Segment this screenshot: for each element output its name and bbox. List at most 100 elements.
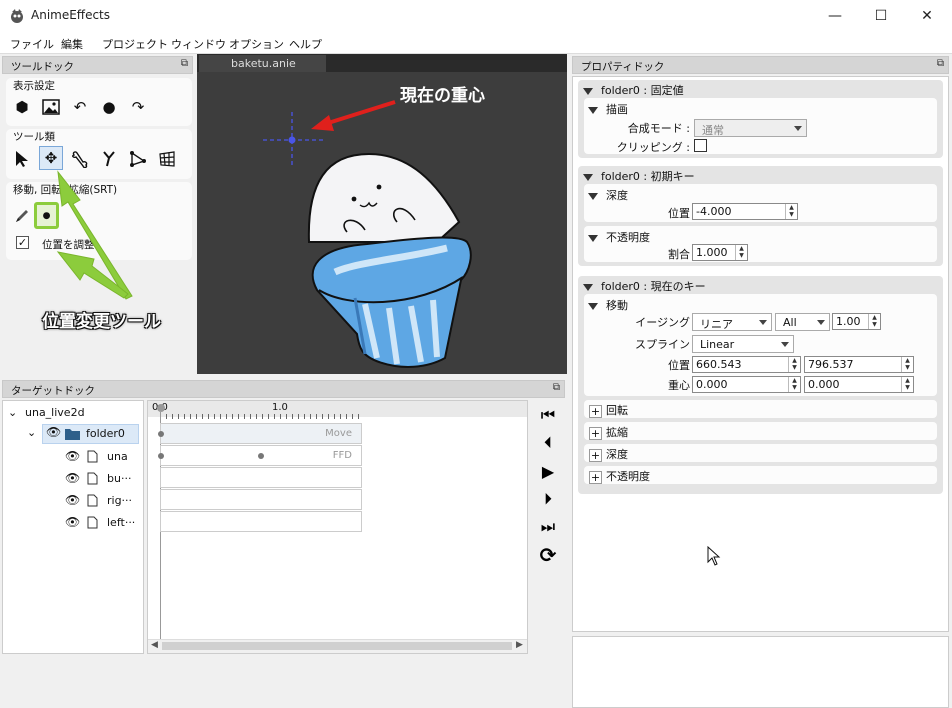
tree-child-una[interactable]: una bbox=[107, 450, 128, 463]
draw-title: 描画 bbox=[606, 103, 628, 116]
menu-help[interactable]: ヘルプ bbox=[289, 36, 322, 52]
centroid-crosshair-icon bbox=[263, 112, 323, 168]
current-key-title: folder0 : 現在のキー bbox=[601, 280, 706, 293]
ruler-ticks bbox=[160, 414, 362, 419]
expand-plus-icon: + bbox=[589, 426, 602, 440]
canvas-artwork bbox=[263, 100, 472, 368]
depth-position-input[interactable]: -4.000 ▲ ▼ bbox=[692, 203, 798, 220]
keyframe-marker[interactable] bbox=[158, 453, 164, 459]
menu-edit[interactable]: 編集 bbox=[61, 36, 83, 52]
tree-child-left[interactable]: left··· bbox=[107, 516, 135, 529]
move-header[interactable]: 移動 bbox=[588, 297, 628, 313]
opacity-ratio-input[interactable]: 1.000 ▲ ▼ bbox=[692, 244, 748, 261]
float-icon[interactable]: ⧉ bbox=[553, 382, 560, 393]
spin-arrows-icon[interactable]: ▲ ▼ bbox=[901, 357, 913, 372]
file-icon bbox=[87, 472, 98, 485]
rotate-row[interactable]: + 回転 bbox=[584, 400, 937, 418]
opacity-header[interactable]: 不透明度 bbox=[588, 229, 650, 245]
eye-icon[interactable]: 👁 bbox=[65, 515, 80, 529]
move-title: 移動 bbox=[606, 299, 628, 312]
track-empty[interactable] bbox=[160, 489, 362, 510]
spin-arrows-icon[interactable]: ▲ ▼ bbox=[868, 314, 880, 329]
property-dock-header: プロパティドック ⧉ bbox=[572, 56, 949, 74]
depth-row[interactable]: + 深度 bbox=[584, 444, 937, 462]
scroll-left-icon[interactable]: ◀ bbox=[151, 640, 158, 650]
menu-options[interactable]: オプション bbox=[229, 36, 284, 52]
blend-mode-select[interactable]: 通常 bbox=[694, 119, 807, 137]
spline-select[interactable]: Linear bbox=[692, 335, 794, 353]
centroid-y-input[interactable]: 0.000 ▲ ▼ bbox=[804, 376, 914, 393]
blend-mode-label: 合成モード : bbox=[627, 122, 690, 135]
track-move[interactable]: Move bbox=[158, 423, 362, 444]
loop-icon[interactable]: ⟳ bbox=[535, 543, 561, 567]
spin-arrows-icon[interactable]: ▲ ▼ bbox=[901, 377, 913, 392]
collapse-icon bbox=[583, 173, 593, 181]
eye-icon[interactable]: 👁 bbox=[65, 449, 80, 463]
tree-folder[interactable]: folder0 bbox=[86, 427, 125, 440]
opacity-row[interactable]: + 不透明度 bbox=[584, 466, 937, 484]
eye-icon[interactable]: 👁 bbox=[65, 471, 80, 485]
scale-title: 拡縮 bbox=[606, 426, 628, 439]
canvas-tab[interactable]: baketu.anie bbox=[199, 55, 326, 72]
tree-expand-icon[interactable]: ⌄ bbox=[27, 426, 36, 439]
scroll-thumb[interactable] bbox=[162, 642, 512, 650]
play-icon[interactable]: ▶ bbox=[535, 459, 561, 483]
current-key-header[interactable]: folder0 : 現在のキー bbox=[583, 278, 706, 294]
menu-project[interactable]: プロジェクト bbox=[102, 36, 168, 52]
target-dock: ターゲットドック ⧉ ⌄ una_live2d ⌄ 👁 folder0 👁 un… bbox=[0, 378, 567, 657]
menu-window[interactable]: ウィンドウ bbox=[171, 36, 226, 52]
current-key-group: folder0 : 現在のキー 移動 イージング リニア All 1.00 ▲ ▼ … bbox=[578, 276, 943, 494]
draw-header[interactable]: 描画 bbox=[588, 101, 628, 117]
expand-plus-icon: + bbox=[589, 404, 602, 418]
track-empty[interactable] bbox=[160, 467, 362, 488]
scale-row[interactable]: + 拡縮 bbox=[584, 422, 937, 440]
fixed-group-title: folder0 : 固定値 bbox=[601, 84, 684, 97]
ruler-label-1: 1.0 bbox=[272, 402, 288, 413]
eye-icon[interactable]: 👁 bbox=[46, 425, 61, 439]
maximize-button[interactable]: ☐ bbox=[858, 0, 904, 32]
spin-arrows-icon[interactable]: ▲ ▼ bbox=[788, 357, 800, 372]
tree-child-bu[interactable]: bu··· bbox=[107, 472, 131, 485]
track-empty[interactable] bbox=[160, 511, 362, 532]
skip-to-start-icon[interactable]: ⏮ bbox=[535, 403, 561, 427]
float-icon[interactable]: ⧉ bbox=[937, 58, 944, 69]
keyframe-marker[interactable] bbox=[258, 453, 264, 459]
tree-child-rig[interactable]: rig··· bbox=[107, 494, 132, 507]
step-back-icon[interactable]: ⏴ bbox=[535, 431, 561, 455]
spin-arrows-icon[interactable]: ▲ ▼ bbox=[788, 377, 800, 392]
centroid-annotation-text: 現在の重心 bbox=[400, 86, 485, 106]
chevron-down-icon bbox=[781, 342, 789, 347]
position-x-value: 660.543 bbox=[696, 358, 742, 371]
skip-to-end-icon[interactable]: ⏭ bbox=[535, 515, 561, 539]
scroll-right-icon[interactable]: ▶ bbox=[516, 640, 523, 650]
easing-select[interactable]: リニア bbox=[692, 313, 772, 331]
depth-title: 深度 bbox=[606, 189, 628, 202]
clipping-checkbox[interactable] bbox=[694, 139, 707, 152]
file-icon bbox=[87, 516, 98, 529]
position-label: 位置 bbox=[668, 359, 690, 372]
step-forward-icon[interactable]: ⏵ bbox=[535, 487, 561, 511]
tree-expand-icon[interactable]: ⌄ bbox=[8, 406, 17, 419]
easing-weight-input[interactable]: 1.00 ▲ ▼ bbox=[832, 313, 881, 330]
track-ffd[interactable]: FFD bbox=[158, 445, 362, 466]
tool-dock: ツールドック ⧉ 表示設定 ⬢ ↶ ● ↷ ツール類 ✥ 移動, 回転, 拡縮(… bbox=[0, 54, 197, 374]
position-x-input[interactable]: 660.543 ▲ ▼ bbox=[692, 356, 801, 373]
centroid-label: 重心 bbox=[668, 379, 690, 392]
depth-header[interactable]: 深度 bbox=[588, 187, 628, 203]
fixed-group-header[interactable]: folder0 : 固定値 bbox=[583, 82, 684, 98]
keyframe-marker[interactable] bbox=[158, 431, 164, 437]
playhead-handle[interactable] bbox=[157, 404, 165, 412]
tree-root[interactable]: una_live2d bbox=[25, 406, 85, 419]
track-ffd-label: FFD bbox=[332, 450, 352, 461]
centroid-x-input[interactable]: 0.000 ▲ ▼ bbox=[692, 376, 801, 393]
close-button[interactable]: ✕ bbox=[904, 0, 950, 32]
spin-arrows-icon[interactable]: ▲ ▼ bbox=[785, 204, 797, 219]
clipping-label: クリッピング : bbox=[616, 141, 690, 154]
menu-file[interactable]: ファイル bbox=[10, 36, 54, 52]
initial-key-header[interactable]: folder0 : 初期キー bbox=[583, 168, 695, 184]
position-y-input[interactable]: 796.537 ▲ ▼ bbox=[804, 356, 914, 373]
minimize-button[interactable]: — bbox=[812, 0, 858, 32]
easing-range-select[interactable]: All bbox=[775, 313, 830, 331]
eye-icon[interactable]: 👁 bbox=[65, 493, 80, 507]
spin-arrows-icon[interactable]: ▲ ▼ bbox=[735, 245, 747, 260]
